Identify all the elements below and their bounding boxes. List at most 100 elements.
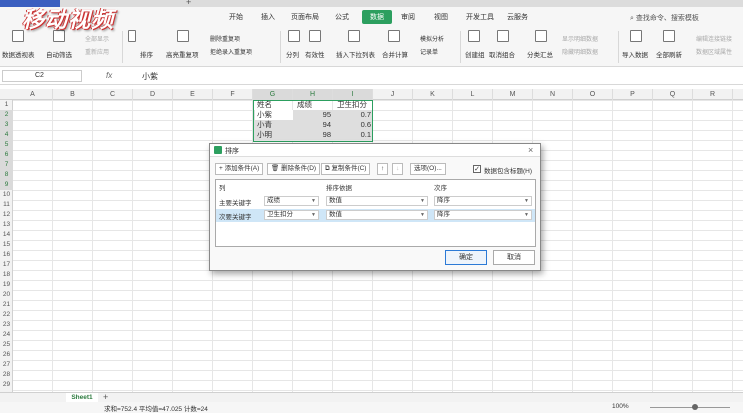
delete-duplicates-button[interactable]: 删除重复项 (210, 34, 240, 43)
row-header[interactable]: 8 (0, 170, 13, 180)
highlight-duplicates-button[interactable]: 高亮重复项 (166, 49, 199, 59)
row-header[interactable]: 21 (0, 300, 13, 310)
import-data-button[interactable]: 导入数据 (622, 49, 648, 59)
secondary-order-select[interactable]: 降序 ▼ (434, 210, 532, 220)
row-header[interactable]: 22 (0, 310, 13, 320)
column-header[interactable]: L (453, 89, 493, 100)
tab-insert[interactable]: 插入 (256, 11, 280, 23)
column-header[interactable]: I (333, 89, 373, 100)
row-header[interactable]: 26 (0, 350, 13, 360)
formula-input[interactable]: 小紫 (142, 71, 158, 82)
cell-header-deduct[interactable]: 卫生扣分 (335, 100, 369, 110)
column-header[interactable]: J (373, 89, 413, 100)
column-header[interactable]: F (213, 89, 253, 100)
column-header[interactable]: P (613, 89, 653, 100)
cell-score[interactable]: 98 (295, 130, 333, 140)
sort-button[interactable]: 排序 (140, 49, 153, 59)
row-header[interactable]: 27 (0, 360, 13, 370)
merge-calc-button[interactable]: 合并计算 (382, 49, 408, 59)
auto-filter-button[interactable]: 自动筛选 (46, 49, 72, 59)
add-sheet-button[interactable]: + (103, 392, 108, 402)
zoom-slider-handle[interactable] (692, 404, 698, 410)
data-area-props-button[interactable]: 数据区域属性 (696, 47, 732, 56)
simulate-analysis-button[interactable]: 模拟分析 (420, 34, 444, 43)
row-header[interactable]: 25 (0, 340, 13, 350)
column-header[interactable]: O (573, 89, 613, 100)
name-box[interactable]: C2 (2, 70, 82, 82)
zoom-slider[interactable] (650, 407, 730, 408)
secondary-column-select[interactable]: 卫生扣分 ▼ (264, 210, 319, 220)
cell-score[interactable]: 94 (295, 120, 333, 130)
close-icon[interactable]: × (528, 145, 533, 155)
reject-duplicates-button[interactable]: 拒绝录入重复项 (210, 47, 252, 56)
fx-icon[interactable]: fx (106, 71, 112, 80)
validity-button[interactable]: 有效性 (305, 49, 325, 59)
row-header[interactable]: 5 (0, 140, 13, 150)
row-header[interactable]: 3 (0, 120, 13, 130)
options-button[interactable]: 选项(O)... (410, 163, 446, 175)
column-header[interactable]: G (253, 89, 293, 100)
split-columns-button[interactable]: 分列 (286, 49, 299, 59)
row-header[interactable]: 9 (0, 180, 13, 190)
show-all-button[interactable]: 全部显示 (85, 34, 109, 43)
tab-view[interactable]: 视图 (429, 11, 453, 23)
column-header[interactable]: B (53, 89, 93, 100)
row-header[interactable]: 20 (0, 290, 13, 300)
subtotal-button[interactable]: 分类汇总 (527, 49, 553, 59)
cell-score[interactable]: 95 (295, 110, 333, 120)
cell-name[interactable]: 小明 (255, 130, 274, 140)
row-header[interactable]: 18 (0, 270, 13, 280)
tab-formula[interactable]: 公式 (330, 11, 354, 23)
cell-deduct[interactable]: 0.6 (335, 120, 373, 130)
create-group-button[interactable]: 创建组 (465, 49, 485, 59)
refresh-all-button[interactable]: 全部刷新 (656, 49, 682, 59)
primary-order-select[interactable]: 降序 ▼ (434, 196, 532, 206)
move-up-button[interactable]: ↑ (377, 163, 389, 175)
primary-basis-select[interactable]: 数值 ▼ (326, 196, 428, 206)
new-tab-button[interactable]: + (186, 0, 191, 7)
delete-condition-button[interactable]: 🗑 删除条件(D) (267, 163, 321, 175)
row-header[interactable]: 19 (0, 280, 13, 290)
add-condition-button[interactable]: + 添加条件(A) (215, 163, 264, 175)
column-header[interactable]: D (133, 89, 173, 100)
column-header[interactable]: K (413, 89, 453, 100)
cell-deduct[interactable]: 0.7 (335, 110, 373, 120)
secondary-basis-select[interactable]: 数值 ▼ (326, 210, 428, 220)
zoom-level[interactable]: 100% (612, 403, 629, 410)
ungroup-button[interactable]: 取消组合 (489, 49, 515, 59)
row-header[interactable]: 2 (0, 110, 13, 120)
cell-header-score[interactable]: 成绩 (295, 100, 314, 110)
tab-cloud[interactable]: 云服务 (502, 11, 533, 23)
cell-name[interactable]: 小青 (255, 120, 274, 130)
column-header[interactable]: Q (653, 89, 693, 100)
row-header[interactable]: 16 (0, 250, 13, 260)
tab-review[interactable]: 审阅 (396, 11, 420, 23)
row-header[interactable]: 29 (0, 380, 13, 390)
row-header[interactable]: 13 (0, 220, 13, 230)
cell-deduct[interactable]: 0.1 (335, 130, 373, 140)
has-header-checkbox[interactable]: ✓ (473, 165, 481, 173)
tab-data[interactable]: 数据 (362, 10, 392, 24)
row-header[interactable]: 4 (0, 130, 13, 140)
insert-dropdown-button[interactable]: 插入下拉列表 (336, 49, 375, 59)
cell-header-name[interactable]: 姓名 (255, 100, 274, 110)
record-form-button[interactable]: 记录单 (420, 47, 438, 56)
row-header[interactable]: 12 (0, 210, 13, 220)
row-header[interactable]: 15 (0, 240, 13, 250)
sort-condition-row[interactable]: 主要关键字 成绩 ▼ 数值 ▼ 降序 ▼ (216, 195, 535, 208)
tab-home[interactable]: 开始 (224, 11, 248, 23)
column-header[interactable]: N (533, 89, 573, 100)
column-header[interactable]: A (13, 89, 53, 100)
sort-condition-row[interactable]: 次要关键字 卫生扣分 ▼ 数值 ▼ 降序 ▼ (216, 209, 535, 222)
tab-page-layout[interactable]: 页面布局 (286, 11, 324, 23)
move-down-button[interactable]: ↓ (392, 163, 404, 175)
show-detail-button[interactable]: 显示明细数据 (562, 34, 598, 43)
row-header[interactable]: 14 (0, 230, 13, 240)
column-header[interactable]: M (493, 89, 533, 100)
row-header[interactable]: 23 (0, 320, 13, 330)
row-header[interactable]: 7 (0, 160, 13, 170)
cell-name[interactable]: 小紫 (255, 110, 293, 120)
column-header[interactable]: E (173, 89, 213, 100)
copy-condition-button[interactable]: ⧉ 复制条件(C) (321, 163, 371, 175)
pivot-table-button[interactable]: 数据透视表 (2, 49, 35, 59)
